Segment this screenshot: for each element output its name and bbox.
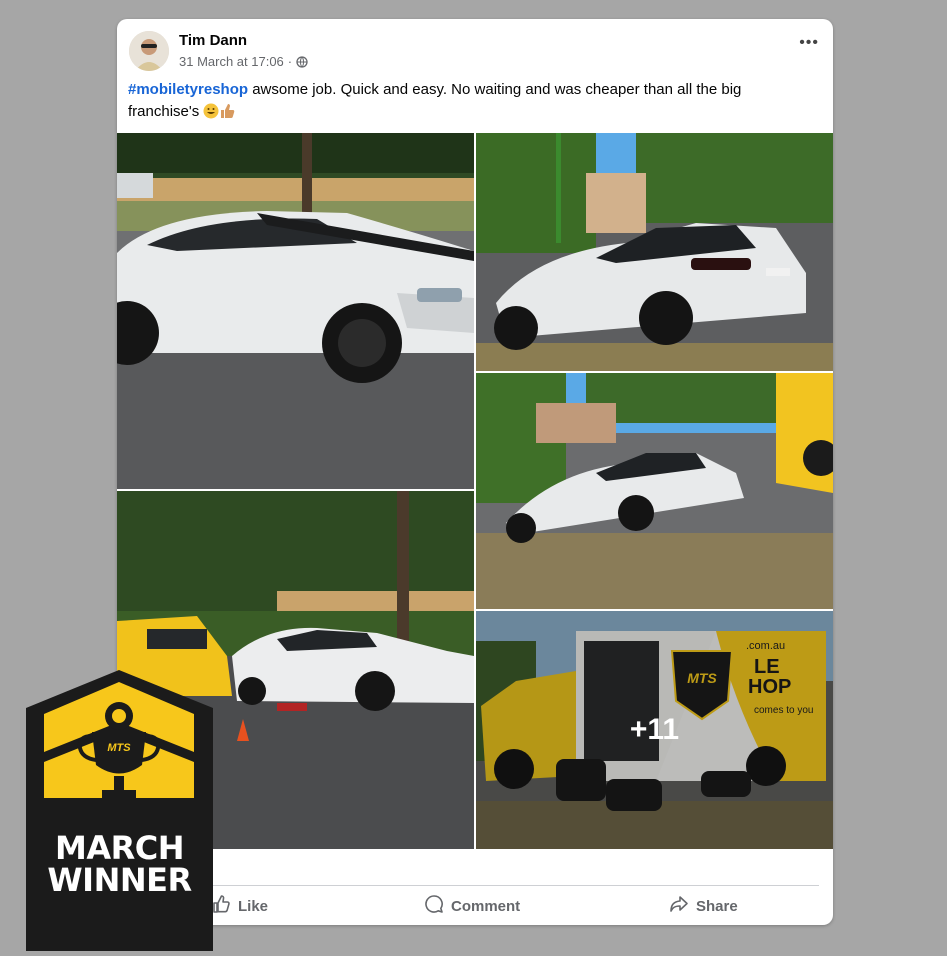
comment-label: Comment [451, 897, 521, 915]
post-text: #mobiletyreshop awsome job. Quick and ea… [128, 79, 808, 126]
photo-grid: MTS .com.au LE HOP comes to you +11 [117, 133, 833, 849]
badge-logo-text: MTS [107, 742, 131, 754]
thumbs-up-emoji-icon [219, 103, 235, 126]
post-timestamp[interactable]: 31 March at 17:06 [179, 54, 284, 69]
post-meta: 31 March at 17:06 · [179, 54, 308, 69]
hashtag-link[interactable]: #mobiletyreshop [128, 81, 248, 98]
like-label: Like [238, 897, 269, 915]
globe-icon [296, 55, 308, 68]
comment-button[interactable]: Comment [424, 893, 520, 919]
share-arrow-icon [669, 894, 689, 918]
badge-line1: MARCH [54, 829, 185, 867]
meta-separator: · [287, 54, 293, 69]
share-label: Share [696, 897, 738, 915]
like-button[interactable]: Like [211, 893, 268, 919]
more-options-button[interactable]: ••• [799, 35, 819, 51]
comment-bubble-icon [424, 894, 444, 918]
march-winner-badge: MTS MARCH WINNER [26, 670, 213, 951]
actions-divider [131, 885, 819, 886]
author-avatar[interactable] [129, 31, 169, 71]
post-card: Tim Dann 31 March at 17:06 · ••• #mobile… [117, 19, 833, 925]
share-button[interactable]: Share [669, 893, 738, 919]
photo-car-rear[interactable] [476, 133, 833, 371]
thumbs-up-icon [211, 894, 231, 918]
author-name[interactable]: Tim Dann [179, 32, 247, 49]
post-actions: Like Comment Share [117, 885, 833, 925]
badge-graphic: MTS [26, 670, 213, 951]
photo-car-side[interactable] [117, 133, 474, 489]
photo-car-street[interactable] [476, 373, 833, 609]
grinning-emoji-icon [203, 103, 219, 126]
badge-line2: WINNER [47, 861, 192, 899]
photo-van-more[interactable]: MTS .com.au LE HOP comes to you +11 [476, 611, 833, 849]
more-photos-overlay[interactable]: +11 [476, 611, 833, 849]
